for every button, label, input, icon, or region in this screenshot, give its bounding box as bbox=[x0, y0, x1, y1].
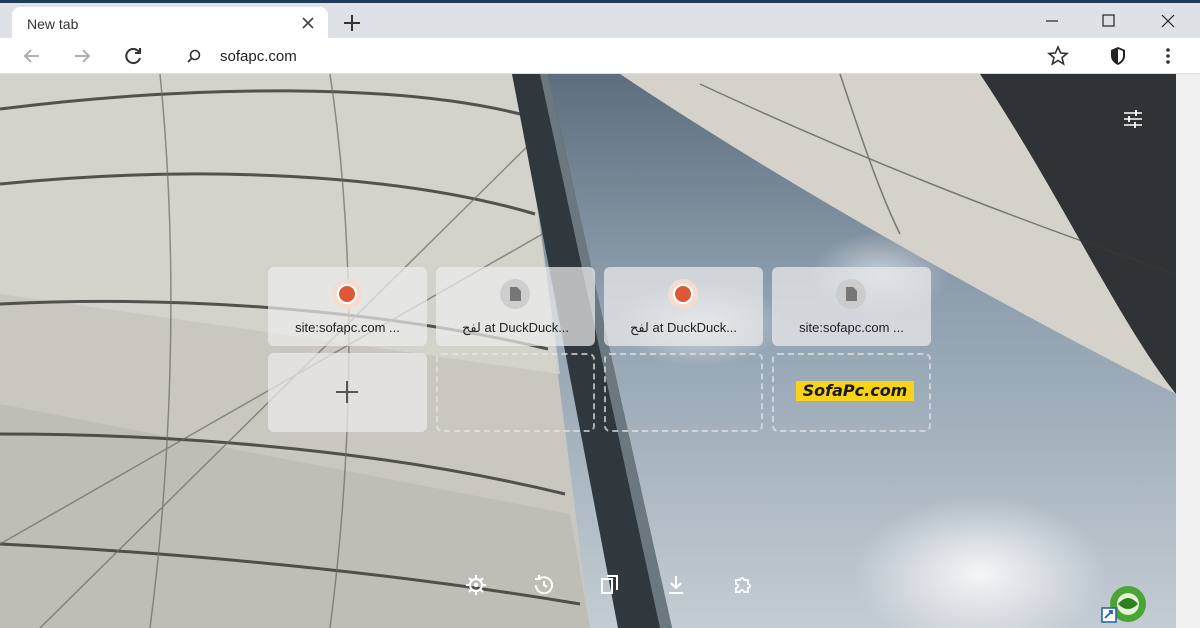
sofapc-tile[interactable]: SofaPc.com bbox=[772, 353, 931, 432]
new-tab-page: site:sofapc.com ... لفح at DuckDuck... ل… bbox=[0, 74, 1176, 628]
toolbar: sofapc.com bbox=[0, 38, 1200, 74]
extensions-icon[interactable] bbox=[728, 571, 756, 599]
plus-icon bbox=[336, 381, 358, 403]
page-icon bbox=[836, 279, 866, 309]
minimize-button[interactable] bbox=[1030, 7, 1074, 35]
add-shortcut-button[interactable] bbox=[268, 353, 427, 432]
corner-logo-icon bbox=[1101, 586, 1146, 623]
tile-label: لفح at DuckDuck... bbox=[461, 320, 570, 335]
tab-strip: New tab bbox=[0, 0, 1200, 41]
tab-title: New tab bbox=[27, 16, 79, 32]
page-icon bbox=[500, 279, 530, 309]
tile-label: لفح at DuckDuck... bbox=[629, 320, 738, 335]
speed-dial-tile[interactable]: site:sofapc.com ... bbox=[268, 267, 427, 346]
search-icon bbox=[187, 49, 201, 63]
tab-new-tab[interactable]: New tab bbox=[12, 7, 328, 41]
bookmarks-icon[interactable] bbox=[596, 571, 624, 599]
empty-tile-slot[interactable] bbox=[436, 353, 595, 432]
star-icon[interactable] bbox=[1044, 42, 1072, 70]
new-tab-button[interactable] bbox=[340, 11, 364, 35]
close-icon[interactable] bbox=[298, 13, 318, 33]
reload-button[interactable] bbox=[119, 42, 147, 70]
close-window-button[interactable] bbox=[1146, 7, 1190, 35]
tile-label: site:sofapc.com ... bbox=[295, 320, 400, 335]
speed-dial-tile[interactable]: لفح at DuckDuck... bbox=[436, 267, 595, 346]
sofapc-logo: SofaPc.com bbox=[796, 381, 914, 401]
bottom-bar bbox=[462, 571, 762, 601]
scrollbar[interactable] bbox=[1176, 74, 1200, 628]
speed-dial: site:sofapc.com ... لفح at DuckDuck... ل… bbox=[268, 267, 932, 433]
downloads-icon[interactable] bbox=[662, 571, 690, 599]
settings-icon[interactable] bbox=[462, 571, 490, 599]
address-bar[interactable]: sofapc.com bbox=[168, 41, 1080, 71]
duckduckgo-icon bbox=[332, 279, 362, 309]
menu-icon[interactable] bbox=[1154, 42, 1182, 70]
back-button[interactable] bbox=[18, 42, 46, 70]
maximize-button[interactable] bbox=[1086, 7, 1130, 35]
history-icon[interactable] bbox=[530, 571, 558, 599]
empty-tile-slot[interactable] bbox=[604, 353, 763, 432]
browser-window: New tab sofapc.com site:sofapc.com ... ل… bbox=[0, 0, 1200, 628]
speed-dial-tile[interactable]: لفح at DuckDuck... bbox=[604, 267, 763, 346]
url-text: sofapc.com bbox=[220, 48, 297, 65]
duckduckgo-icon bbox=[668, 279, 698, 309]
tile-label: site:sofapc.com ... bbox=[799, 320, 904, 335]
speed-dial-tile[interactable]: site:sofapc.com ... bbox=[772, 267, 931, 346]
customize-icon[interactable] bbox=[1118, 104, 1148, 134]
forward-button[interactable] bbox=[68, 42, 96, 70]
shield-icon[interactable] bbox=[1104, 42, 1132, 70]
